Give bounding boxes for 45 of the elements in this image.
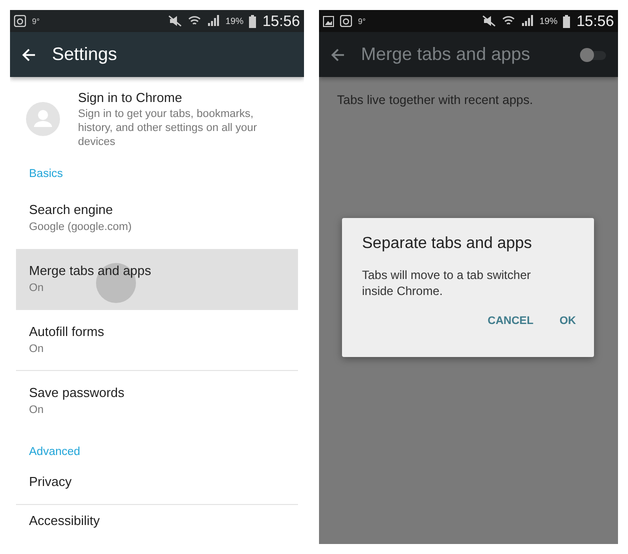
toggle-switch[interactable]: [580, 48, 606, 62]
settings-item[interactable]: Accessibility: [16, 505, 298, 544]
dialog-message: Tabs will move to a tab switcher inside Chrome.: [362, 267, 532, 299]
toolbar-title: Merge tabs and apps: [361, 44, 530, 65]
battery-icon: [249, 14, 256, 28]
settings-item[interactable]: Merge tabs and apps On: [16, 249, 298, 310]
temperature-text: 9°: [32, 16, 40, 26]
dialog-button[interactable]: CANCEL: [482, 311, 540, 331]
dialog-button[interactable]: OK: [554, 311, 582, 331]
clock-time: 15:56: [262, 12, 300, 30]
item-title: Save passwords: [29, 385, 126, 400]
wifi-icon: [188, 15, 202, 27]
settings-item[interactable]: Privacy: [16, 466, 298, 505]
mute-icon: [482, 15, 496, 27]
signal-icon: [207, 15, 220, 27]
section-header: Advanced: [28, 445, 82, 460]
battery-percent: 19%: [225, 16, 244, 26]
dialog-title: Separate tabs and apps: [362, 235, 533, 253]
toolbar-title: Settings: [52, 44, 118, 65]
item-title: Accessibility: [29, 513, 101, 528]
settings-item[interactable]: Save passwords On: [16, 371, 298, 432]
settings-item[interactable]: Search engine Google (google.com): [16, 188, 298, 249]
sign-in-description: Sign in to get your tabs, bookmarks, history, and other settings on all your devices: [78, 107, 258, 149]
section-header: Basics: [28, 168, 64, 182]
battery-percent: 19%: [539, 16, 558, 26]
camera-icon: [340, 15, 352, 27]
item-title: Merge tabs and apps: [29, 263, 152, 278]
item-summary: Google (google.com): [29, 221, 133, 233]
image-icon: [323, 16, 334, 26]
camera-icon: [14, 15, 26, 27]
sign-in-title[interactable]: Sign in to Chrome: [78, 90, 283, 105]
item-summary: On: [29, 404, 45, 416]
item-summary: On: [29, 343, 45, 355]
wifi-icon: [502, 15, 516, 27]
battery-icon: [563, 14, 570, 28]
signal-icon: [521, 15, 534, 27]
item-summary: On: [29, 282, 45, 294]
temperature-text: 9°: [358, 16, 366, 26]
item-title: Privacy: [29, 474, 73, 489]
item-title: Autofill forms: [29, 324, 106, 339]
description-text: Tabs live together with recent apps.: [336, 92, 534, 107]
item-title: Search engine: [29, 202, 114, 217]
clock-time: 15:56: [576, 12, 614, 30]
settings-item[interactable]: Autofill forms On: [16, 310, 298, 371]
mute-icon: [168, 15, 182, 27]
